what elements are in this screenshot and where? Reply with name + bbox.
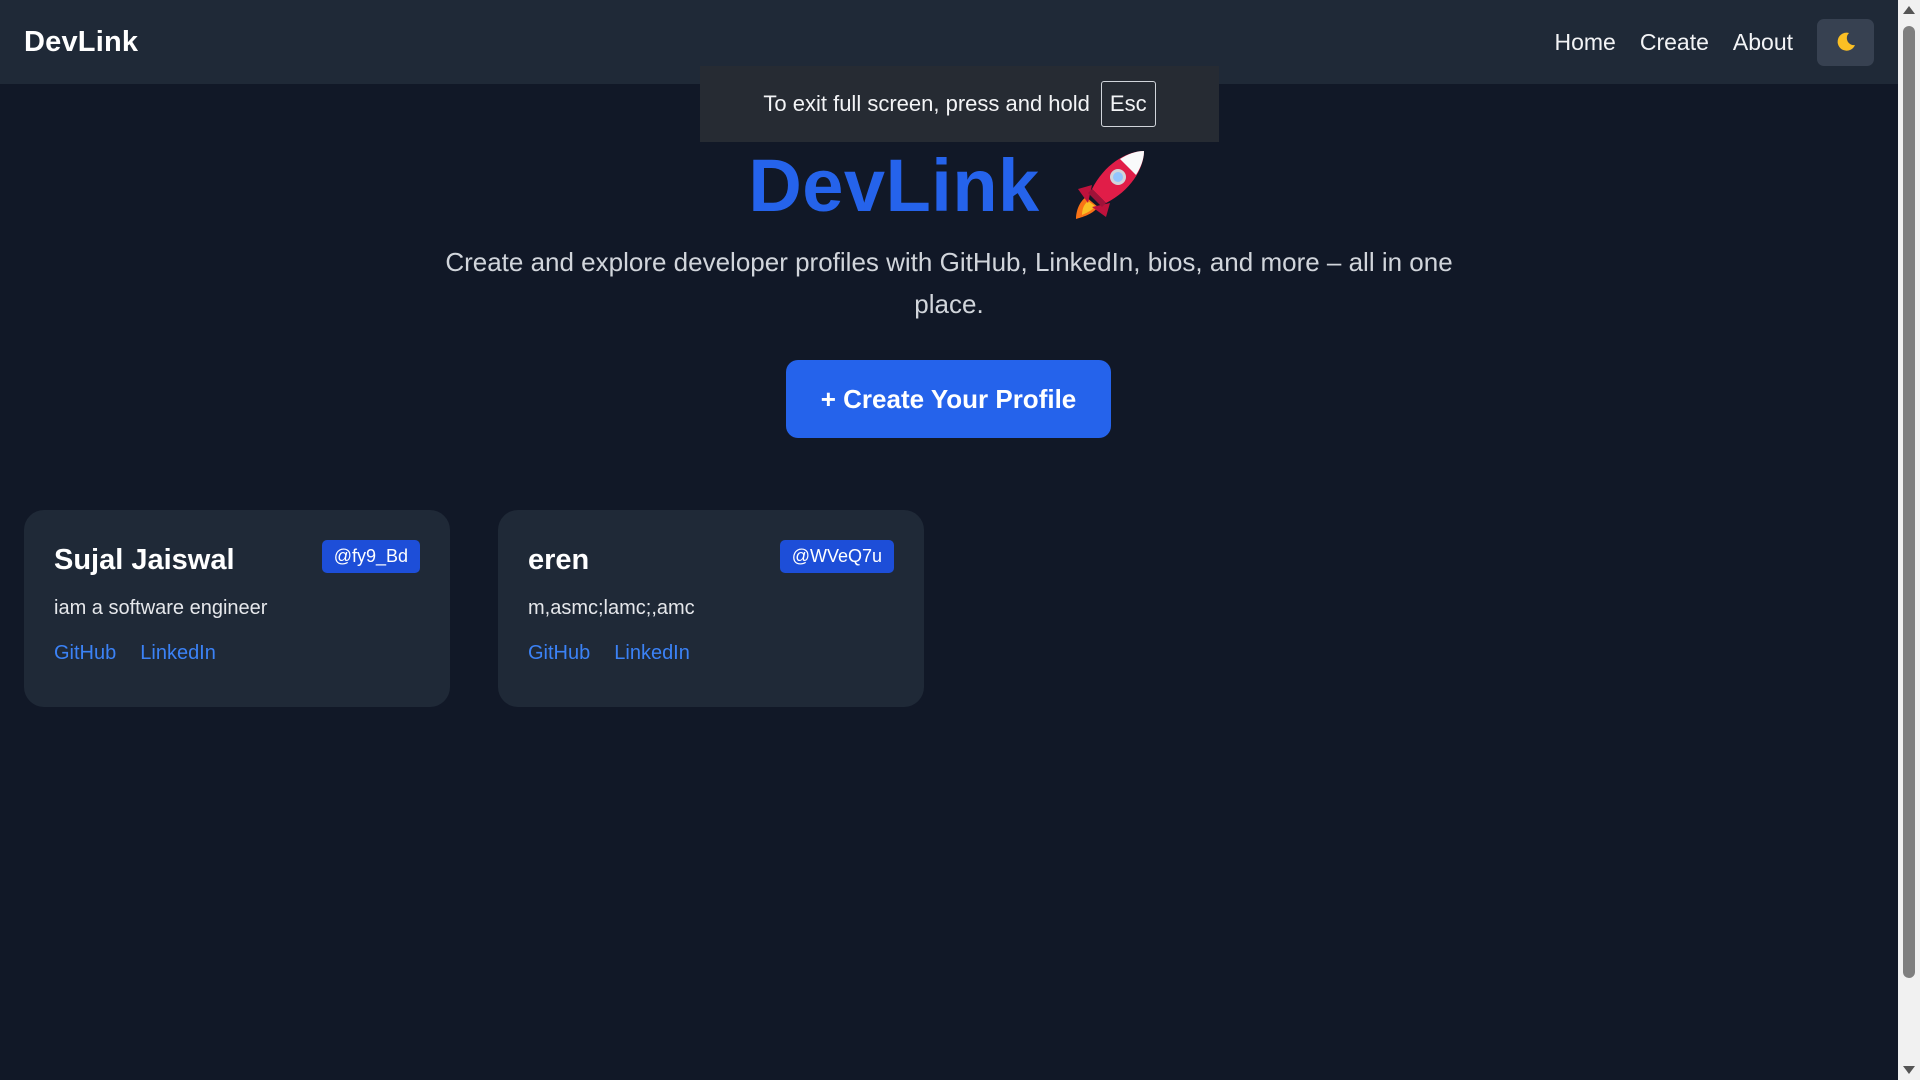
linkedin-link[interactable]: LinkedIn xyxy=(614,642,690,665)
rocket-icon xyxy=(1075,151,1144,219)
hero-title: DevLink xyxy=(748,143,1040,227)
fullscreen-toast-message: To exit full screen, press and hold xyxy=(763,91,1090,116)
github-link[interactable]: GitHub xyxy=(528,642,590,665)
nav-link-about[interactable]: About xyxy=(1733,29,1793,56)
profile-handle-badge: @WVeQ7u xyxy=(779,540,894,573)
fullscreen-exit-toast: To exit full screen, press and hold Esc xyxy=(700,66,1219,142)
nav-link-home[interactable]: Home xyxy=(1554,29,1615,56)
scroll-thumb[interactable] xyxy=(1903,26,1915,978)
esc-key-hint: Esc xyxy=(1100,81,1156,127)
nav-link-create[interactable]: Create xyxy=(1640,29,1709,56)
hero-subtitle: Create and explore developer profiles wi… xyxy=(445,247,1453,319)
profile-card-header: Sujal Jaiswal @fy9_Bd xyxy=(54,540,420,577)
profile-handle-badge: @fy9_Bd xyxy=(321,540,420,573)
profile-card: Sujal Jaiswal @fy9_Bd iam a software eng… xyxy=(24,510,450,707)
linkedin-link[interactable]: LinkedIn xyxy=(140,642,216,665)
app-viewport: DevLink Home Create About DevLink Create… xyxy=(0,0,1898,1080)
profile-links: GitHub LinkedIn xyxy=(528,642,894,665)
profile-bio: m,asmc;lamc;,amc xyxy=(528,597,695,619)
scroll-up-arrow-icon[interactable] xyxy=(1903,6,1915,14)
vertical-scrollbar[interactable] xyxy=(1898,0,1920,1080)
profile-bio: iam a software engineer xyxy=(54,597,268,619)
theme-toggle-button[interactable] xyxy=(1817,18,1874,66)
profile-card: eren @WVeQ7u m,asmc;lamc;,amc GitHub Lin… xyxy=(498,510,924,707)
create-profile-button[interactable]: + Create Your Profile xyxy=(786,360,1111,438)
github-link[interactable]: GitHub xyxy=(54,642,116,665)
profile-name: Sujal Jaiswal xyxy=(54,544,235,576)
moon-icon xyxy=(1837,32,1855,51)
scroll-down-arrow-icon[interactable] xyxy=(1903,1066,1915,1074)
hero-heading: DevLink xyxy=(0,140,1898,230)
brand-logo[interactable]: DevLink xyxy=(24,26,138,59)
profile-name: eren xyxy=(528,544,590,576)
profile-card-header: eren @WVeQ7u xyxy=(528,540,894,577)
nav-menu: Home Create About xyxy=(1530,18,1874,66)
profile-links: GitHub LinkedIn xyxy=(54,642,420,665)
